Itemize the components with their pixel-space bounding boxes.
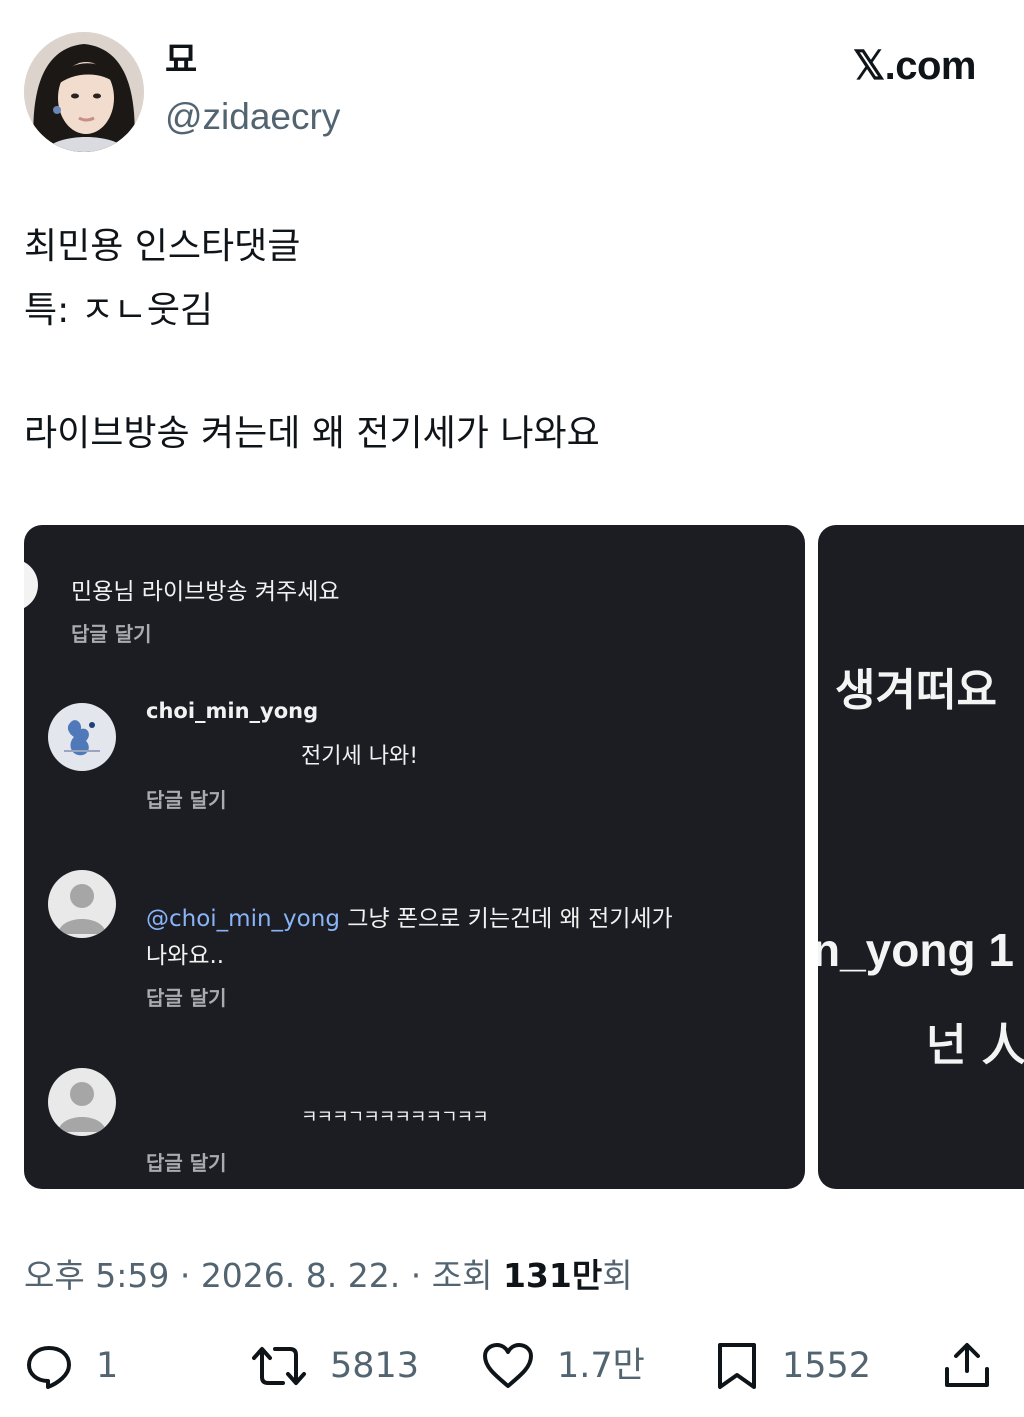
- comment-text-part: 그냥 폰으로 키는건데 왜 전기세가: [347, 906, 673, 932]
- share-button[interactable]: [942, 1341, 992, 1391]
- meta-separator: ·: [169, 1256, 201, 1295]
- comment-username: choi_min_yong: [146, 699, 319, 723]
- tweet-text-line: 특: ㅈㄴ웃김: [24, 290, 214, 331]
- bookmark-button[interactable]: 1552: [714, 1341, 871, 1391]
- views-label: 조회: [431, 1256, 493, 1295]
- views-suffix: 회: [602, 1256, 633, 1295]
- drawing-avatar: [48, 703, 116, 771]
- top-comment-text: 민용님 라이브방송 켜주세요: [71, 579, 340, 605]
- reply-icon: [24, 1341, 74, 1391]
- media-image-1[interactable]: 민용님 라이브방송 켜주세요 답글 달기 choi_min_yong 전기세 나…: [24, 525, 805, 1189]
- reply-link: 답글 달기: [71, 622, 152, 646]
- share-icon: [942, 1341, 992, 1391]
- comment-text: ㅋㅋㅋㄱㅋㅋㅋㅋㅋㄱㅋㅋ: [301, 1107, 489, 1128]
- comment-text: 전기세 나와!: [301, 744, 419, 769]
- repost-icon: [250, 1341, 308, 1391]
- like-count: 1.7만: [557, 1345, 645, 1386]
- views-count: 131만: [502, 1256, 603, 1295]
- bookmark-count: 1552: [782, 1345, 872, 1386]
- reply-link: 답글 달기: [146, 986, 227, 1010]
- heart-icon: [481, 1341, 535, 1391]
- repost-button[interactable]: 5813: [250, 1341, 419, 1391]
- reply-link: 답글 달기: [146, 788, 227, 812]
- cropped-avatar: [24, 559, 38, 611]
- x-logo-brand: 𝕏.com: [852, 44, 977, 88]
- side-image-text: 생겨떠요: [835, 665, 997, 716]
- comment-text-continued: 나와요..: [146, 943, 225, 969]
- meta-separator: ·: [400, 1256, 432, 1295]
- post-date[interactable]: 2026. 8. 22.: [201, 1256, 400, 1295]
- profile-avatar[interactable]: [24, 32, 144, 152]
- reply-button[interactable]: 1: [24, 1341, 118, 1391]
- like-button[interactable]: 1.7만: [481, 1341, 645, 1391]
- side-image-text: 넌 人: [926, 1020, 1024, 1071]
- reply-count: 1: [96, 1345, 119, 1386]
- default-avatar: [48, 870, 116, 938]
- post-time[interactable]: 오후 5:59: [24, 1256, 169, 1295]
- tweet-text-line: 최민용 인스타댓글: [24, 226, 301, 267]
- user-handle[interactable]: @zidaecry: [165, 98, 340, 135]
- media-image-2[interactable]: 생겨떠요 n_yong 1 넌 人: [818, 525, 1024, 1189]
- default-avatar: [48, 1068, 116, 1136]
- mention-link: @choi_min_yong: [146, 906, 340, 932]
- reply-link: 답글 달기: [146, 1151, 227, 1175]
- tweet-meta: 오후 5:59 · 2026. 8. 22. · 조회 131만회: [24, 1259, 633, 1292]
- bookmark-icon: [714, 1341, 760, 1391]
- repost-count: 5813: [330, 1345, 420, 1386]
- comment-text: @choi_min_yong 그냥 폰으로 키는건데 왜 전기세가: [146, 908, 673, 931]
- display-name[interactable]: 묘: [165, 44, 197, 79]
- tweet-text-line: 라이브방송 켜는데 왜 전기세가 나와요: [24, 413, 600, 454]
- side-image-text: n_yong 1: [818, 924, 1014, 976]
